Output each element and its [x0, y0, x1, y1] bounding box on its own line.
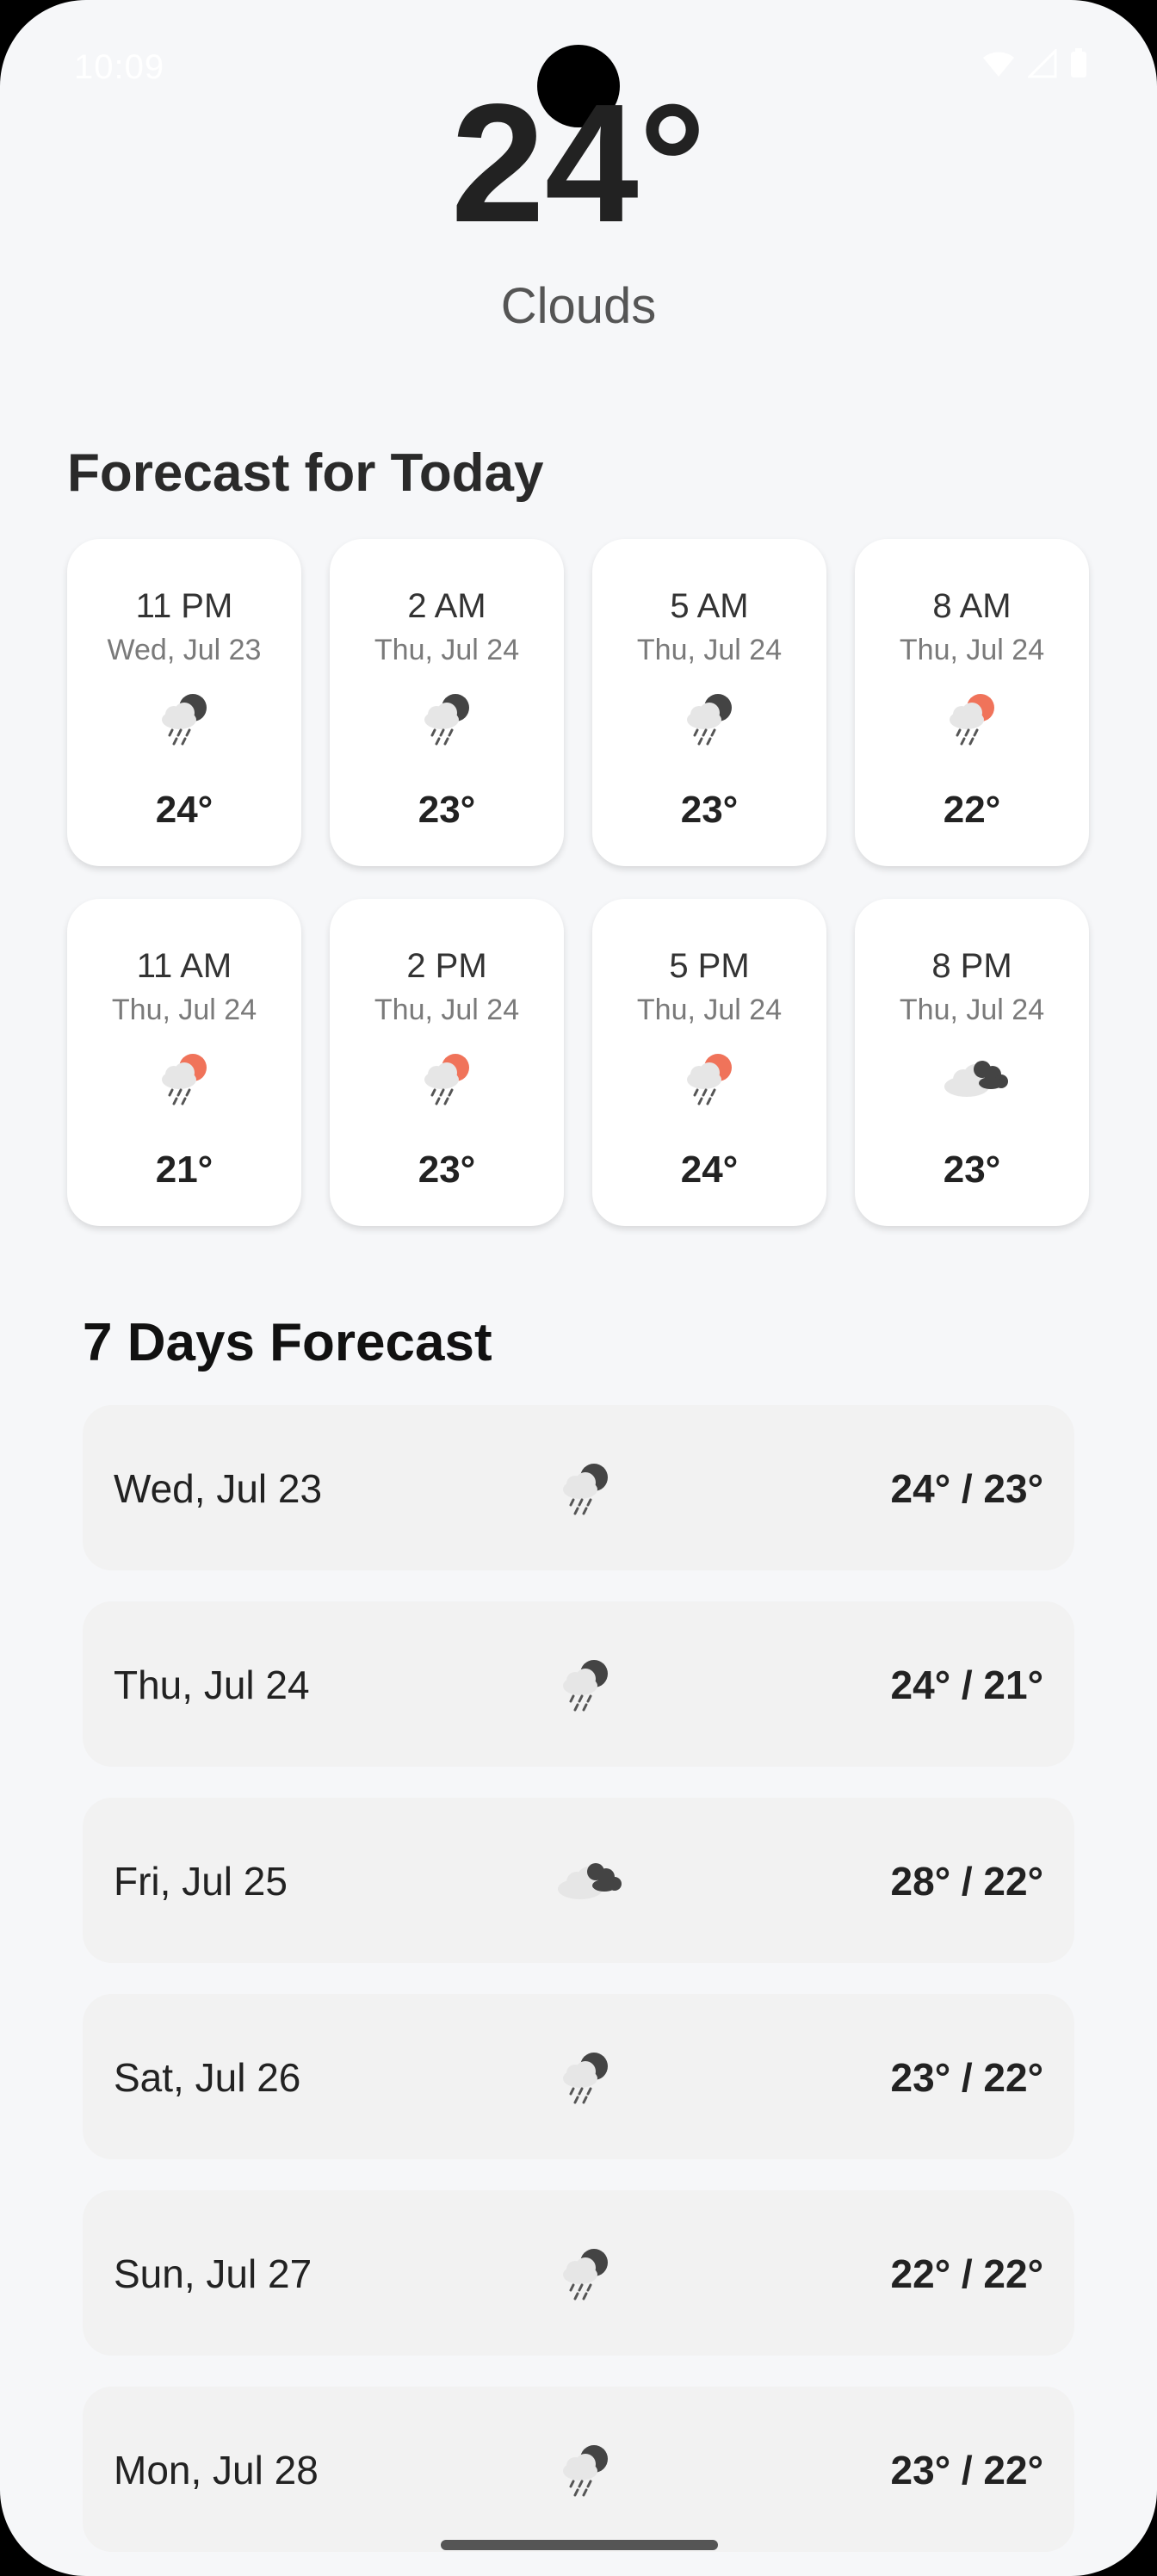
hour-temperature: 23° — [680, 789, 739, 831]
hour-time: 5 PM — [669, 947, 750, 985]
rain-night-icon — [554, 2046, 616, 2108]
hour-date: Thu, Jul 24 — [374, 634, 520, 666]
hour-temperature: 22° — [943, 789, 1001, 831]
hour-time: 8 PM — [931, 947, 1012, 985]
current-condition: Clouds — [500, 278, 657, 334]
rain-night-icon — [554, 2242, 616, 2304]
hour-time: 2 PM — [406, 947, 487, 985]
hour-card[interactable]: 5 PM Thu, Jul 24 24° — [592, 899, 826, 1226]
hour-card[interactable]: 2 AM Thu, Jul 24 23° — [330, 539, 564, 866]
current-temperature: 24° — [450, 69, 707, 257]
hour-card[interactable]: 2 PM Thu, Jul 24 23° — [330, 899, 564, 1226]
day-temperature-range: 28° / 22° — [890, 1859, 1043, 1904]
app-screen: 10:09 24° Clouds Forecast for Today 11 P… — [0, 0, 1157, 2576]
rain-night-icon — [416, 687, 478, 749]
hour-time: 11 PM — [135, 587, 233, 625]
day-row[interactable]: Fri, Jul 25 28° / 22° — [83, 1798, 1074, 1963]
week-forecast-title: 7 Days Forecast — [83, 1313, 492, 1372]
hour-date: Thu, Jul 24 — [636, 994, 783, 1026]
hour-date: Thu, Jul 24 — [899, 634, 1045, 666]
hour-date: Thu, Jul 24 — [111, 994, 257, 1026]
hour-temperature: 24° — [155, 789, 213, 831]
cloudy-night-icon — [941, 1047, 1008, 1109]
rain-sun-icon — [941, 687, 1003, 749]
day-label: Fri, Jul 25 — [114, 1859, 288, 1904]
hour-date: Thu, Jul 24 — [374, 994, 520, 1026]
day-label: Thu, Jul 24 — [114, 1663, 310, 1707]
hour-time: 5 AM — [670, 587, 749, 625]
day-row[interactable]: Wed, Jul 23 24° / 23° — [83, 1405, 1074, 1570]
rain-sun-icon — [153, 1047, 215, 1109]
day-row[interactable]: Thu, Jul 24 24° / 21° — [83, 1601, 1074, 1767]
day-row[interactable]: Sun, Jul 27 22° / 22° — [83, 2190, 1074, 2356]
rain-night-icon — [554, 2438, 616, 2500]
day-row[interactable]: Sat, Jul 26 23° / 22° — [83, 1994, 1074, 2159]
rain-night-icon — [554, 1653, 616, 1715]
hour-date: Thu, Jul 24 — [636, 634, 783, 666]
hour-time: 11 AM — [136, 947, 232, 985]
today-forecast-title: Forecast for Today — [67, 443, 544, 503]
day-temperature-range: 24° / 21° — [890, 1663, 1043, 1707]
hour-date: Thu, Jul 24 — [899, 994, 1045, 1026]
hour-temperature: 23° — [418, 789, 476, 831]
day-temperature-range: 23° / 22° — [890, 2448, 1043, 2492]
day-row[interactable]: Mon, Jul 28 23° / 22° — [83, 2387, 1074, 2552]
day-label: Mon, Jul 28 — [114, 2448, 319, 2492]
hour-temperature: 23° — [418, 1149, 476, 1191]
home-indicator[interactable] — [441, 2540, 718, 2550]
hour-card[interactable]: 5 AM Thu, Jul 24 23° — [592, 539, 826, 866]
day-temperature-range: 22° / 22° — [890, 2251, 1043, 2296]
day-label: Wed, Jul 23 — [114, 1466, 323, 1511]
rain-night-icon — [153, 687, 215, 749]
day-label: Sun, Jul 27 — [114, 2251, 312, 2296]
hour-card[interactable]: 8 AM Thu, Jul 24 22° — [855, 539, 1089, 866]
hour-card[interactable]: 11 PM Wed, Jul 23 24° — [67, 539, 301, 866]
hour-temperature: 24° — [680, 1149, 739, 1191]
hour-date: Wed, Jul 23 — [107, 634, 262, 666]
rain-sun-icon — [416, 1047, 478, 1109]
rain-night-icon — [554, 1457, 616, 1519]
day-temperature-range: 24° / 23° — [890, 1466, 1043, 1511]
rain-night-icon — [678, 687, 740, 749]
hour-card[interactable]: 11 AM Thu, Jul 24 21° — [67, 899, 301, 1226]
day-temperature-range: 23° / 22° — [890, 2055, 1043, 2100]
hour-time: 2 AM — [407, 587, 486, 625]
cloudy-night-icon — [554, 1849, 622, 1911]
hour-time: 8 AM — [932, 587, 1012, 625]
rain-sun-icon — [678, 1047, 740, 1109]
hour-card[interactable]: 8 PM Thu, Jul 24 23° — [855, 899, 1089, 1226]
hour-temperature: 23° — [943, 1149, 1001, 1191]
hour-temperature: 21° — [155, 1149, 213, 1191]
day-label: Sat, Jul 26 — [114, 2055, 301, 2100]
